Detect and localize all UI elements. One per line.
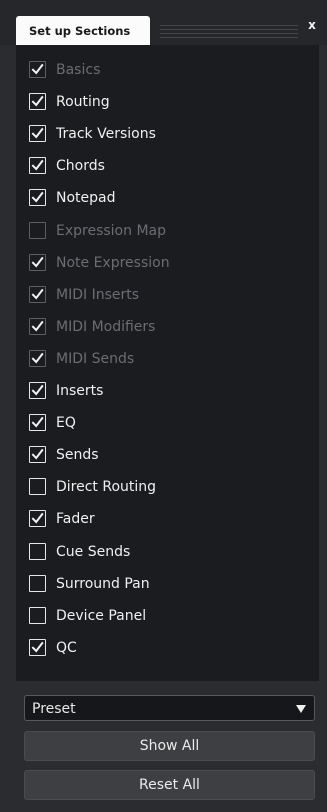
section-item[interactable]: Sends <box>29 444 299 468</box>
checkbox-unchecked-icon[interactable] <box>29 575 46 592</box>
section-item[interactable]: EQ <box>29 412 299 436</box>
checkbox-unchecked-icon[interactable] <box>29 543 46 560</box>
section-item[interactable]: Device Panel <box>29 605 299 629</box>
checkbox-checked-icon[interactable] <box>29 189 46 206</box>
section-item[interactable]: Surround Pan <box>29 573 299 597</box>
section-item: MIDI Modifiers <box>29 316 299 340</box>
section-item-label: Cue Sends <box>56 544 131 560</box>
section-item-label: EQ <box>56 415 76 431</box>
reset-all-button[interactable]: Reset All <box>24 770 315 800</box>
section-item[interactable]: Track Versions <box>29 123 299 147</box>
section-item: MIDI Inserts <box>29 284 299 308</box>
checkbox-checked-icon[interactable] <box>29 93 46 110</box>
checkbox-checked-icon <box>29 254 46 271</box>
checkbox-checked-icon <box>29 318 46 335</box>
checkbox-checked-icon <box>29 61 46 78</box>
checkbox-unchecked-icon[interactable] <box>29 607 46 624</box>
section-item[interactable]: Chords <box>29 155 299 179</box>
section-item-label: Notepad <box>56 190 116 206</box>
section-item-label: Fader <box>56 511 95 527</box>
section-item[interactable]: Inserts <box>29 380 299 404</box>
section-item: MIDI Sends <box>29 348 299 372</box>
tab-set-up-sections[interactable]: Set up Sections <box>16 16 150 45</box>
section-item[interactable]: Notepad <box>29 187 299 211</box>
section-item-label: Routing <box>56 94 110 110</box>
section-item-label: MIDI Inserts <box>56 287 140 303</box>
header-grip-line <box>160 37 298 38</box>
header-grip-line <box>160 25 298 26</box>
show-all-button[interactable]: Show All <box>24 731 315 761</box>
checkbox-checked-icon[interactable] <box>29 510 46 527</box>
header-grip-line <box>160 33 298 34</box>
section-item-label: Expression Map <box>56 223 166 239</box>
section-item-label: MIDI Sends <box>56 351 135 367</box>
section-item-label: Inserts <box>56 383 104 399</box>
header-grip-line <box>160 29 298 30</box>
tab-label: Set up Sections <box>29 24 131 38</box>
section-item[interactable]: Cue Sends <box>29 541 299 565</box>
checkbox-checked-icon[interactable] <box>29 639 46 656</box>
checkbox-checked-icon[interactable] <box>29 414 46 431</box>
section-item-label: Sends <box>56 447 99 463</box>
section-item[interactable]: Fader <box>29 508 299 532</box>
section-item: Basics <box>29 59 299 83</box>
chevron-down-icon <box>296 705 306 713</box>
checkbox-checked-icon[interactable] <box>29 446 46 463</box>
checkbox-unchecked-icon[interactable] <box>29 478 46 495</box>
section-item[interactable]: Routing <box>29 91 299 115</box>
section-item: Expression Map <box>29 220 299 244</box>
checkbox-checked-icon[interactable] <box>29 125 46 142</box>
preset-dropdown[interactable]: Preset <box>24 695 315 721</box>
setup-sections-panel: Set up Sections x Basics Routing Track Ver… <box>0 0 327 812</box>
close-button[interactable]: x <box>304 16 320 34</box>
section-item-label: Device Panel <box>56 608 147 624</box>
section-item-label: Note Expression <box>56 255 170 271</box>
section-item: Note Expression <box>29 252 299 276</box>
section-item[interactable]: QC <box>29 637 299 661</box>
checkbox-checked-icon <box>29 350 46 367</box>
checkbox-checked-icon[interactable] <box>29 157 46 174</box>
section-item-label: Direct Routing <box>56 479 157 495</box>
section-item-label: MIDI Modifiers <box>56 319 156 335</box>
section-item-label: Track Versions <box>56 126 156 142</box>
section-item-label: Chords <box>56 158 105 174</box>
section-item[interactable]: Direct Routing <box>29 476 299 500</box>
panel-header: Set up Sections x <box>0 0 327 45</box>
preset-value: Preset <box>32 701 76 717</box>
checkbox-checked-icon <box>29 286 46 303</box>
checkbox-unchecked-icon <box>29 222 46 239</box>
section-item-label: Surround Pan <box>56 576 150 592</box>
checkbox-checked-icon[interactable] <box>29 382 46 399</box>
section-item-label: Basics <box>56 62 101 78</box>
section-item-label: QC <box>56 640 77 656</box>
